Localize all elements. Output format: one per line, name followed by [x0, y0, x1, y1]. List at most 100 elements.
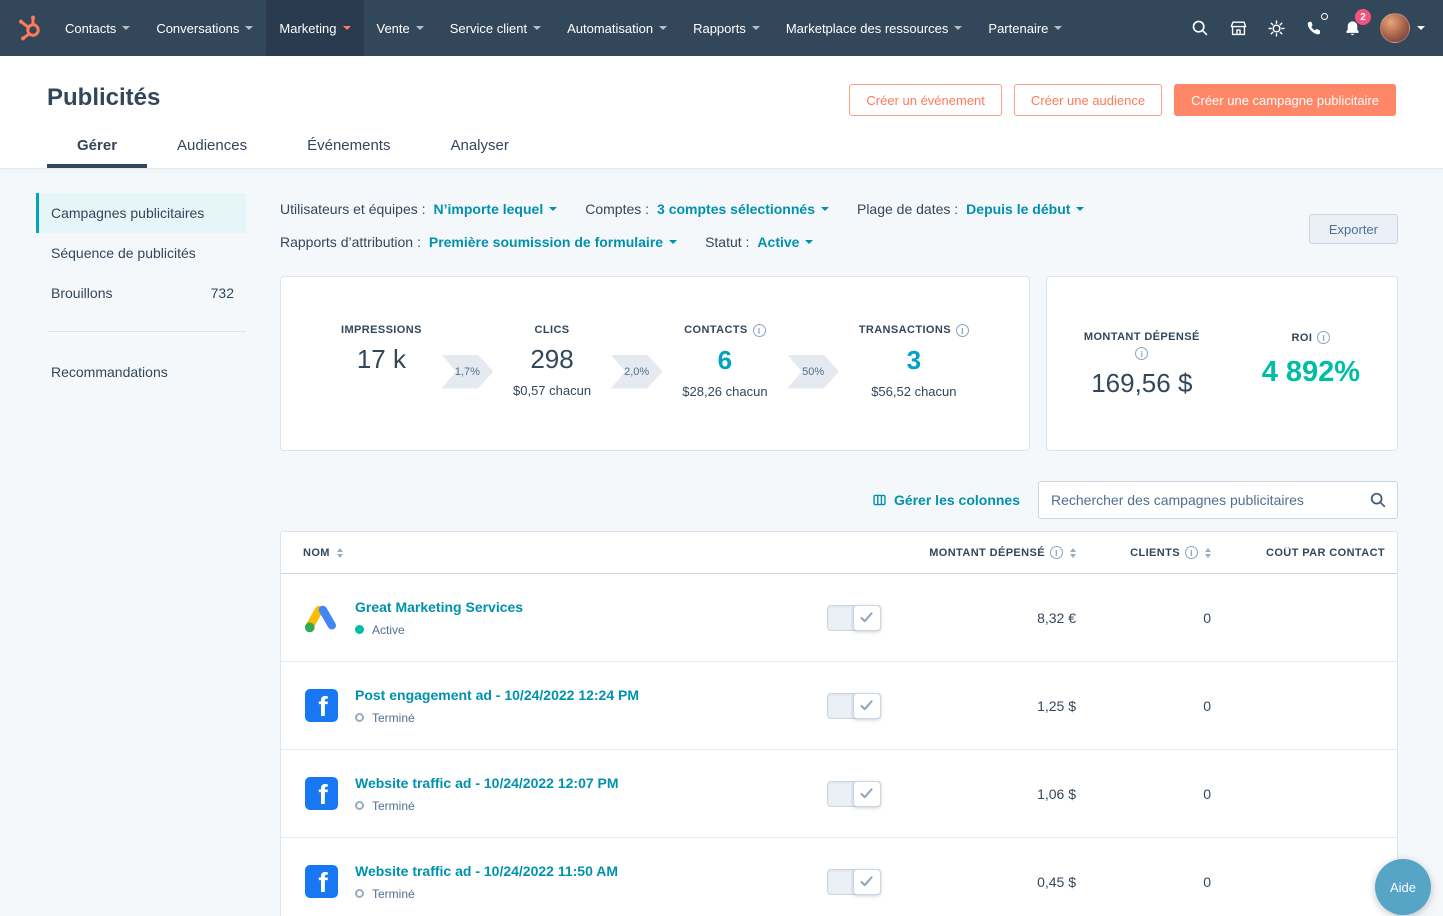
- user-menu[interactable]: [1372, 13, 1429, 43]
- page-title: Publicités: [47, 84, 160, 112]
- table-row: Great Marketing Services Active 8,32 € 0: [281, 574, 1397, 662]
- marketplace-icon[interactable]: [1220, 10, 1256, 46]
- column-header-nom[interactable]: NOM: [281, 547, 816, 559]
- stage-clics: CLICS 298 $0,57 chacun: [513, 324, 591, 404]
- sort-icon[interactable]: [1205, 548, 1211, 558]
- filter-accounts: Comptes : 3 comptes sélectionnés: [585, 201, 829, 217]
- notification-badge: 2: [1355, 9, 1371, 25]
- sort-icon[interactable]: [1070, 548, 1076, 558]
- info-icon[interactable]: [753, 324, 766, 337]
- stage-transactions: TRANSACTIONS 3 $56,52 chacun: [859, 324, 969, 404]
- chevron-down-icon: [1417, 26, 1425, 30]
- chevron-down-icon: [122, 26, 130, 30]
- status-dropdown[interactable]: Active: [757, 234, 813, 250]
- chevron-down-icon: [1054, 26, 1062, 30]
- columns-icon: [872, 493, 887, 507]
- toggle-check-icon: [853, 605, 881, 631]
- users-teams-dropdown[interactable]: N’importe lequel: [434, 201, 558, 217]
- nav-item-marketplace[interactable]: Marketplace des ressources: [773, 0, 976, 56]
- info-icon[interactable]: [1050, 546, 1063, 559]
- nav-item-conversations[interactable]: Conversations: [143, 0, 266, 56]
- clients-cell: 0: [1081, 698, 1216, 714]
- campaign-toggle[interactable]: [827, 605, 881, 631]
- amount-spent-total: MONTANT DÉPENSÉ 169,56 $: [1084, 331, 1200, 450]
- tab-gerer[interactable]: Gérer: [47, 126, 147, 168]
- create-audience-button[interactable]: Créer une audience: [1014, 84, 1162, 116]
- chevron-down-icon: [549, 207, 557, 211]
- conversion-arrow: 50%: [787, 355, 839, 389]
- google-ads-icon: [303, 600, 339, 636]
- avatar: [1380, 13, 1410, 43]
- search-input[interactable]: [1038, 481, 1398, 519]
- top-navbar: Contacts Conversations Marketing Vente S…: [0, 0, 1443, 56]
- campaign-name-link[interactable]: Great Marketing Services: [355, 599, 523, 615]
- info-icon[interactable]: [1185, 546, 1198, 559]
- chevron-down-icon: [416, 26, 424, 30]
- spend-cell: 1,25 $: [891, 698, 1081, 714]
- nav-item-marketing[interactable]: Marketing: [266, 0, 363, 56]
- status-dot-done: [355, 801, 364, 810]
- table-controls: Gérer les colonnes: [280, 481, 1398, 519]
- facebook-icon: [305, 777, 338, 810]
- sidebar-item-campagnes-publicitaires[interactable]: Campagnes publicitaires: [36, 193, 246, 233]
- header-actions: Créer un événement Créer une audience Cr…: [849, 84, 1396, 116]
- manage-columns-link[interactable]: Gérer les colonnes: [872, 492, 1020, 508]
- sort-icon[interactable]: [337, 548, 343, 558]
- create-event-button[interactable]: Créer un événement: [849, 84, 1002, 116]
- tab-analyser[interactable]: Analyser: [420, 126, 538, 168]
- sidebar-item-sequence-de-publicites[interactable]: Séquence de publicités: [36, 233, 246, 273]
- nav-item-automatisation[interactable]: Automatisation: [554, 0, 680, 56]
- spend-cell: 0,45 $: [891, 874, 1081, 890]
- nav-item-partenaire[interactable]: Partenaire: [975, 0, 1075, 56]
- info-icon[interactable]: [1317, 331, 1330, 344]
- hubspot-logo-icon[interactable]: [8, 0, 52, 56]
- tab-evenements[interactable]: Événements: [277, 126, 420, 168]
- toggle-check-icon: [853, 693, 881, 719]
- clients-cell: 0: [1081, 610, 1216, 626]
- campaign-toggle[interactable]: [827, 693, 881, 719]
- sidebar-item-brouillons[interactable]: Brouillons732: [36, 273, 246, 313]
- notifications-bell-icon[interactable]: 2: [1334, 10, 1370, 46]
- toggle-check-icon: [853, 781, 881, 807]
- export-button[interactable]: Exporter: [1309, 214, 1398, 244]
- column-header-cout-par-contact[interactable]: COÛT PAR CONTACT: [1216, 547, 1397, 559]
- accounts-dropdown[interactable]: 3 comptes sélectionnés: [657, 201, 829, 217]
- settings-gear-icon[interactable]: [1258, 10, 1294, 46]
- chevron-down-icon: [245, 26, 253, 30]
- sidebar-item-recommandations[interactable]: Recommandations: [36, 352, 246, 392]
- nav-item-contacts[interactable]: Contacts: [52, 0, 143, 56]
- date-range-dropdown[interactable]: Depuis le début: [966, 201, 1084, 217]
- campaign-toggle[interactable]: [827, 781, 881, 807]
- chevron-down-icon: [805, 240, 813, 244]
- filter-date-range: Plage de dates : Depuis le début: [857, 201, 1084, 217]
- nav-item-vente[interactable]: Vente: [364, 0, 437, 56]
- search-icon[interactable]: [1182, 10, 1218, 46]
- chevron-down-icon: [954, 26, 962, 30]
- search-icon[interactable]: [1369, 491, 1387, 514]
- calls-phone-icon[interactable]: [1296, 10, 1332, 46]
- stage-contacts: CONTACTS 6 $28,26 chacun: [682, 324, 767, 404]
- campaign-name-link[interactable]: Post engagement ad - 10/24/2022 12:24 PM: [355, 687, 639, 703]
- status-label: Terminé: [372, 887, 415, 901]
- status-label: Active: [372, 623, 405, 637]
- spend-cell: 1,06 $: [891, 786, 1081, 802]
- metric-cards: IMPRESSIONS 17 k 1,7% CLICS 298 $0,57 ch…: [280, 276, 1398, 451]
- info-icon[interactable]: [956, 324, 969, 337]
- tab-audiences[interactable]: Audiences: [147, 126, 277, 168]
- filters: Utilisateurs et équipes : N’importe lequ…: [280, 201, 1309, 250]
- create-campaign-button[interactable]: Créer une campagne publicitaire: [1174, 84, 1396, 116]
- drafts-count: 732: [211, 285, 234, 301]
- attribution-dropdown[interactable]: Première soumission de formulaire: [429, 234, 677, 250]
- sidebar: Campagnes publicitaires Séquence de publ…: [36, 169, 246, 392]
- nav-item-rapports[interactable]: Rapports: [680, 0, 773, 56]
- campaign-name-link[interactable]: Website traffic ad - 10/24/2022 12:07 PM: [355, 775, 619, 791]
- column-header-clients[interactable]: CLIENTS: [1081, 546, 1216, 559]
- status-label: Terminé: [372, 799, 415, 813]
- nav-item-service-client[interactable]: Service client: [437, 0, 554, 56]
- facebook-icon: [305, 689, 338, 722]
- campaign-toggle[interactable]: [827, 869, 881, 895]
- help-button[interactable]: Aide: [1375, 859, 1431, 915]
- column-header-montant[interactable]: MONTANT DÉPENSÉ: [891, 546, 1081, 559]
- info-icon[interactable]: [1135, 347, 1148, 360]
- campaign-name-link[interactable]: Website traffic ad - 10/24/2022 11:50 AM: [355, 863, 618, 879]
